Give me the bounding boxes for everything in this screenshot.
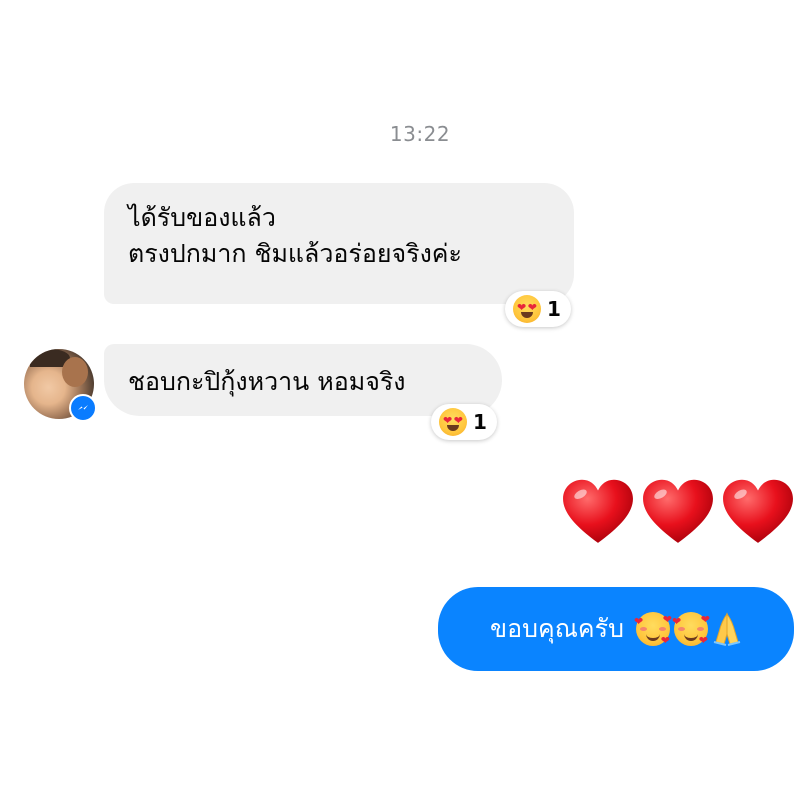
folded-hands-icon [713,612,741,646]
message-text: ขอบคุณครับ [490,614,624,643]
heart-eyes-emoji-icon: ❤ ❤ [439,408,467,436]
messenger-icon [69,394,97,422]
message-text-line: ได้รับของแล้ว [128,203,276,232]
red-heart-icon [723,479,793,543]
message-text-line: ตรงปกมาก ชิมแล้วอร่อยจริงค่ะ [128,239,462,269]
message-reaction[interactable]: ❤ ❤ 1 [431,404,497,440]
red-heart-icon [643,479,713,543]
smiling-face-with-hearts-icon: ❤ ❤ ❤ [671,612,710,647]
message-reaction[interactable]: ❤ ❤ 1 [505,291,571,327]
reaction-count: 1 [547,297,561,321]
red-heart-icon [563,479,633,543]
message-timestamp: 13:22 [389,122,451,146]
outgoing-message-bubble[interactable]: ขอบคุณครับ ❤ ❤ ❤ ❤ ❤ ❤ [438,587,794,671]
reaction-count: 1 [473,410,487,434]
smiling-face-with-hearts-icon: ❤ ❤ ❤ [633,612,672,647]
heart-eyes-emoji-icon: ❤ ❤ [513,295,541,323]
outgoing-emoji-message[interactable] [560,476,796,552]
message-text-line: ชอบกะปิกุ้งหวาน หอมจริง [128,367,406,396]
incoming-message-bubble[interactable]: ได้รับของแล้ว ตรงปกมาก ชิมแล้วอร่อยจริงค… [104,183,574,304]
